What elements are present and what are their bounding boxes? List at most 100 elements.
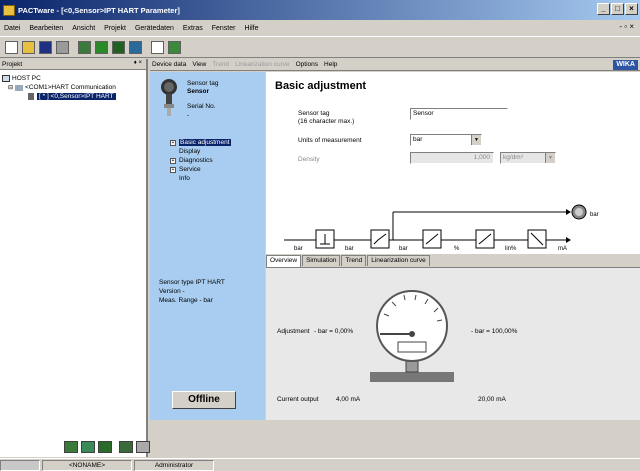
title-bar: PACTware - [<0,Sensor>IPT HART Parameter… <box>0 0 640 20</box>
computer-icon <box>2 75 10 82</box>
expand-icon[interactable]: + <box>170 139 176 146</box>
mdi-controls[interactable]: - ▫ × <box>619 22 634 31</box>
chain-unit-4: % <box>454 246 460 252</box>
density-label: Density <box>298 156 320 163</box>
adjustment-max: - bar = 100,00% <box>471 328 518 335</box>
device-toolbar: Device data View Trend Linearization cur… <box>150 59 640 71</box>
sensor-tag-hint: (16 character max.) <box>298 118 355 125</box>
menu-linearization: Linearization curve <box>235 61 290 68</box>
parameter-icon[interactable] <box>151 40 164 54</box>
menu-item-service[interactable]: + Service <box>170 165 231 174</box>
adjustment-min: - bar = 0,00% <box>314 328 354 335</box>
menu-item-basic-adjustment[interactable]: + Basic adjustment <box>170 138 231 147</box>
offline-button[interactable]: Offline <box>172 391 236 409</box>
sensor-tag-field-label: Sensor tag <box>298 110 330 117</box>
save-icon[interactable] <box>39 40 52 54</box>
expand-icon[interactable]: ⊟ <box>8 84 13 91</box>
chain-unit-5: lin% <box>505 246 517 252</box>
expand-icon[interactable]: + <box>170 166 176 173</box>
list-view-icon[interactable] <box>136 441 150 453</box>
density-input[interactable]: 1,000 <box>410 152 494 164</box>
menu-trend: Trend <box>212 61 230 68</box>
menu-options[interactable]: Options <box>296 61 318 68</box>
menu-ansicht[interactable]: Ansicht <box>72 25 95 32</box>
sensor-tag-input[interactable]: Sensor <box>410 108 508 120</box>
device-menu-tree: + Basic adjustment Display + Diagnostics… <box>170 138 231 183</box>
menu-bar: Datei Bearbeiten Ansicht Projekt Geräted… <box>0 21 640 35</box>
open-icon[interactable] <box>22 40 35 54</box>
serial-value: - <box>187 112 190 119</box>
menu-hilfe[interactable]: Hilfe <box>244 25 258 32</box>
sensor-icon <box>161 79 177 116</box>
menu-fenster[interactable]: Fenster <box>212 25 236 32</box>
menu-item-info[interactable]: Info <box>170 174 231 183</box>
tree-view-icon[interactable] <box>119 441 133 453</box>
device-menu-panel: Sensor tag Sensor Serial No. - + Basic a… <box>150 72 265 420</box>
minimize-button[interactable]: _ <box>597 3 610 15</box>
menu-extras[interactable]: Extras <box>183 25 203 32</box>
tree-item-ipt-hart[interactable]: [ * ] <0,Sensor>IPT HART <box>2 92 144 101</box>
tab-simulation[interactable]: Simulation <box>302 255 341 266</box>
device-icon <box>28 93 34 100</box>
pressure-gauge-icon <box>370 290 454 382</box>
density-unit-select[interactable]: kg/dm³ ▼ <box>500 152 556 164</box>
tab-trend[interactable]: Trend <box>341 255 367 266</box>
current-output-max: 20,00 mA <box>478 396 506 403</box>
project-name: <NONAME> <box>42 459 132 471</box>
menu-device-data[interactable]: Device data <box>152 61 186 68</box>
window-title: PACTware - [<0,Sensor>IPT HART Parameter… <box>18 5 180 15</box>
sensor-tag-value: Sensor <box>187 88 210 95</box>
modem-icon <box>15 84 24 91</box>
chain-unit-2: bar <box>345 246 354 252</box>
menu-item-diagnostics[interactable]: + Diagnostics <box>170 156 231 165</box>
app-icon <box>3 4 15 16</box>
network-remove-icon[interactable] <box>98 441 112 453</box>
project-panel-header: Projekt ♦ × <box>0 59 146 70</box>
serial-label: Serial No. <box>187 103 216 110</box>
version-text: Version - <box>159 288 185 295</box>
remove-device-icon[interactable] <box>112 40 125 54</box>
project-panel: Projekt ♦ × HOST PC ⊟ <COM1>HART Communi… <box>0 59 150 457</box>
expand-icon[interactable]: + <box>170 157 176 164</box>
meas-range-text: Meas. Range - bar <box>159 297 213 304</box>
menu-datei[interactable]: Datei <box>4 25 20 32</box>
tab-overview[interactable]: Overview <box>266 255 302 267</box>
new-icon[interactable] <box>5 40 18 54</box>
overview-panel: Adjustment - bar = 0,00% - bar = 100,00%… <box>266 267 640 420</box>
network-icon[interactable] <box>64 441 78 453</box>
menu-geraetedaten[interactable]: Gerätedaten <box>135 25 174 32</box>
chevron-down-icon[interactable]: ▼ <box>545 153 555 163</box>
network-add-icon[interactable] <box>81 441 95 453</box>
units-select[interactable]: bar ▼ <box>410 134 482 146</box>
menu-help[interactable]: Help <box>324 61 337 68</box>
user-name: Administrator <box>134 459 214 471</box>
catalog-icon[interactable] <box>168 40 181 54</box>
tree-item-host-pc[interactable]: HOST PC <box>2 74 144 83</box>
project-bottom-icons <box>64 441 150 453</box>
chain-unit-6: mA <box>558 246 567 252</box>
main-toolbar <box>0 36 640 58</box>
status-bar: <NONAME> Administrator <box>0 458 640 471</box>
maximize-button[interactable]: □ <box>611 3 624 15</box>
units-label: Units of measurement <box>298 137 362 144</box>
menu-view[interactable]: View <box>192 61 206 68</box>
signal-chain-diagram: bar bar bar % lin% mA bar <box>284 204 599 252</box>
chevron-down-icon[interactable]: ▼ <box>471 135 481 145</box>
tab-linearization-curve[interactable]: Linearization curve <box>367 255 430 266</box>
display-meter-icon <box>571 204 587 220</box>
current-output-min: 4,00 mA <box>336 396 361 403</box>
disconnect-icon[interactable] <box>129 40 142 54</box>
connect-icon[interactable] <box>78 40 91 54</box>
display-unit: bar <box>590 212 599 218</box>
menu-bearbeiten[interactable]: Bearbeiten <box>29 25 63 32</box>
close-button[interactable]: × <box>625 3 638 15</box>
print-icon[interactable] <box>56 40 69 54</box>
menu-projekt[interactable]: Projekt <box>104 25 126 32</box>
menu-item-display[interactable]: Display <box>170 147 231 156</box>
project-tree: HOST PC ⊟ <COM1>HART Communication [ * ]… <box>0 70 146 105</box>
add-device-icon[interactable] <box>95 40 108 54</box>
pin-close-icon[interactable]: ♦ × <box>134 60 142 66</box>
current-output-label: Current output <box>277 396 319 403</box>
connection-icons <box>0 459 40 471</box>
tree-item-hart-communication[interactable]: ⊟ <COM1>HART Communication <box>2 83 144 92</box>
